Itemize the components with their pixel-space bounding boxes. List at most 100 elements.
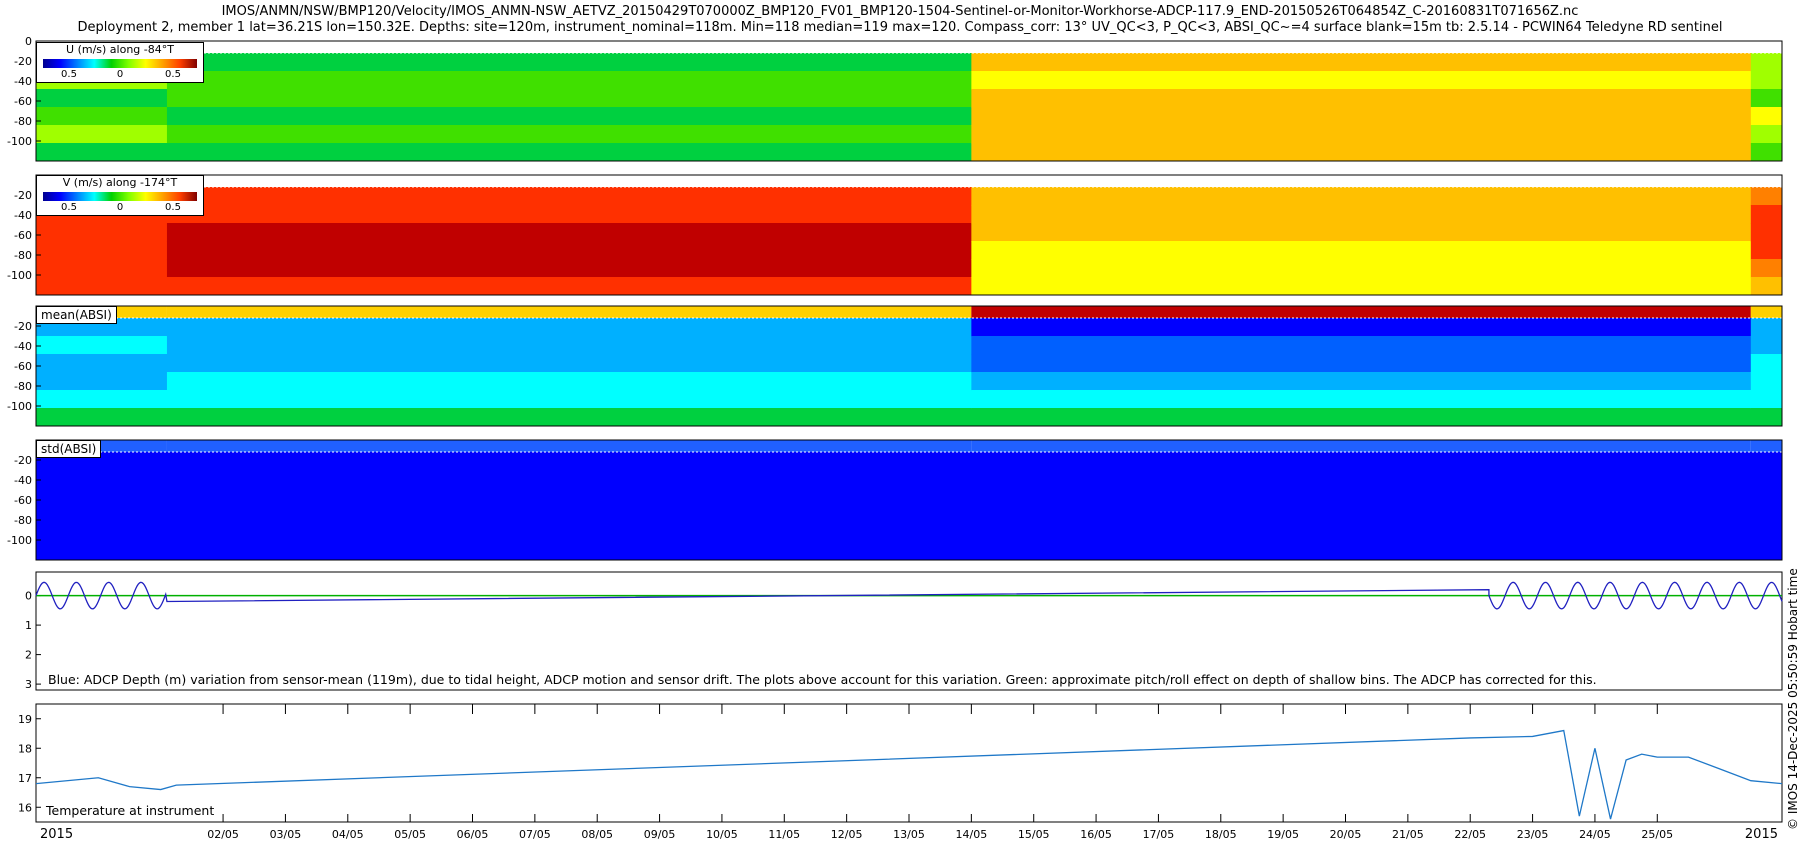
v-heat-cell [166, 241, 972, 260]
u-ytick-label: -100 [7, 135, 32, 148]
v-colorbar-title: V (m/s) along -174°T [62, 176, 178, 189]
xtick-label: 19/05 [1267, 828, 1299, 841]
mean-absi-heat-cell [971, 336, 1752, 355]
mean-absi-heat-cell [166, 372, 972, 391]
v-heat-cell [36, 223, 168, 242]
std-absi-surface-band [971, 440, 1751, 452]
mean-absi-heat-cell [166, 336, 972, 355]
u-colorbar-title: U (m/s) along -84°T [66, 43, 174, 56]
v-heat-cell [971, 277, 1752, 296]
mean-absi-heat-cell [1750, 318, 1783, 337]
u-colorbar [43, 59, 197, 68]
u-heat-cell [166, 71, 972, 90]
std-absi-heat-cell [166, 452, 972, 471]
std-absi-heat-cell [36, 488, 168, 507]
temp-ytick-label: 18 [18, 742, 32, 755]
u-heat-cell [36, 89, 168, 108]
v-heat-cell [1750, 223, 1783, 242]
v-heat-cell [1750, 241, 1783, 260]
std-absi-heat-cell [971, 506, 1752, 525]
v-heat-cell [1750, 277, 1783, 296]
mean-absi-surface-band [971, 306, 1751, 318]
u-heat-cell [1750, 53, 1783, 72]
u-colorbar-legend: U (m/s) along -84°T 0.5 0 0.5 [36, 42, 204, 83]
xtick-label: 18/05 [1205, 828, 1237, 841]
v-colorbar-legend: V (m/s) along -174°T 0.5 0 0.5 [36, 175, 204, 216]
mean-absi-heat-cell [971, 408, 1752, 427]
std-absi-heat-cell [971, 452, 1752, 471]
u-heat-cell [1750, 125, 1783, 144]
u-heat-cell [971, 107, 1752, 126]
v-heat-cell [971, 241, 1752, 260]
v-heat-cell [166, 277, 972, 296]
std-absi-heat-cell [1750, 506, 1783, 525]
v-heat-cell [971, 259, 1752, 278]
credit-text: © IMOS 14-Dec-2025 05:50:59 Hobart time [1786, 568, 1800, 830]
mean-absi-ytick-label: -20 [14, 320, 32, 333]
mean-absi-heat-cell [36, 354, 168, 373]
v-ytick-label: -80 [14, 249, 32, 262]
xtick-label: 20/05 [1330, 828, 1362, 841]
xtick-label: 22/05 [1454, 828, 1486, 841]
mean-absi-ytick-label: -60 [14, 360, 32, 373]
std-absi-heat-cell [1750, 488, 1783, 507]
v-colorbar-tick-neg: 0.5 [61, 202, 77, 213]
v-colorbar-tick-zero: 0 [116, 202, 124, 213]
xtick-label: 2015 [40, 827, 73, 842]
mean-absi-heat-cell [971, 354, 1752, 373]
u-heat-cell [1750, 143, 1783, 162]
xtick-label: 04/05 [332, 828, 364, 841]
std-absi-heat-cell [971, 542, 1752, 561]
mean-absi-heat-cell [166, 318, 972, 337]
xtick-label: 12/05 [831, 828, 863, 841]
temp-panel-frame [35, 703, 1783, 823]
std-absi-ytick-label: -60 [14, 494, 32, 507]
temperature-line [35, 729, 1783, 820]
u-heat-cell [1750, 71, 1783, 90]
std-absi-heat-cell [166, 470, 972, 489]
temp-ytick-label: 17 [18, 772, 32, 785]
mean-absi-heat-cell [36, 390, 168, 409]
std-absi-ytick-label: -100 [7, 534, 32, 547]
v-heat-cell [166, 259, 972, 278]
v-heat-cell [166, 205, 972, 224]
xtick-label: 14/05 [956, 828, 988, 841]
mean-absi-heat-cell [1750, 336, 1783, 355]
depth-ytick-label: 3 [25, 678, 32, 691]
std-absi-heat-cell [1750, 470, 1783, 489]
u-heat-cell [36, 125, 168, 144]
std-absi-heat-cell [36, 506, 168, 525]
std-absi-ytick-label: -80 [14, 514, 32, 527]
v-colorbar-tick-pos: 0.5 [165, 202, 181, 213]
std-absi-surface-band [166, 440, 972, 452]
mean-absi-heat-cell [36, 372, 168, 391]
std-absi-heat-cell [1750, 524, 1783, 543]
std-absi-heat-cell [1750, 452, 1783, 471]
v-ytick-label: -60 [14, 229, 32, 242]
mean-absi-ytick-label: -100 [7, 400, 32, 413]
u-heat-cell [166, 143, 972, 162]
depth-ytick-label: 1 [25, 619, 32, 632]
mean-absi-heat-cell [166, 390, 972, 409]
std-absi-heat-cell [36, 542, 168, 561]
temperature-label: Temperature at instrument [44, 803, 217, 818]
xtick-label: 17/05 [1143, 828, 1175, 841]
xtick-label: 06/05 [457, 828, 489, 841]
xtick-label: 16/05 [1080, 828, 1112, 841]
u-heat-cell [971, 53, 1752, 72]
mean-absi-heat-cell [1750, 354, 1783, 373]
v-heat-cell [971, 187, 1752, 206]
u-colorbar-tick-zero: 0 [116, 69, 124, 80]
mean-absi-heat-cell [1750, 372, 1783, 391]
u-heat-cell [166, 89, 972, 108]
mean-absi-heat-cell [971, 390, 1752, 409]
std-absi-label: std(ABSI) [36, 440, 102, 458]
mean-absi-heat-cell [971, 372, 1752, 391]
std-absi-heat-cell [971, 488, 1752, 507]
u-ytick-label: -20 [14, 55, 32, 68]
v-heat-cell [36, 259, 168, 278]
std-absi-surface-band [1750, 440, 1782, 452]
xtick-label: 08/05 [581, 828, 613, 841]
depth-variation-note: Blue: ADCP Depth (m) variation from sens… [48, 672, 1597, 687]
v-heat-cell [36, 277, 168, 296]
